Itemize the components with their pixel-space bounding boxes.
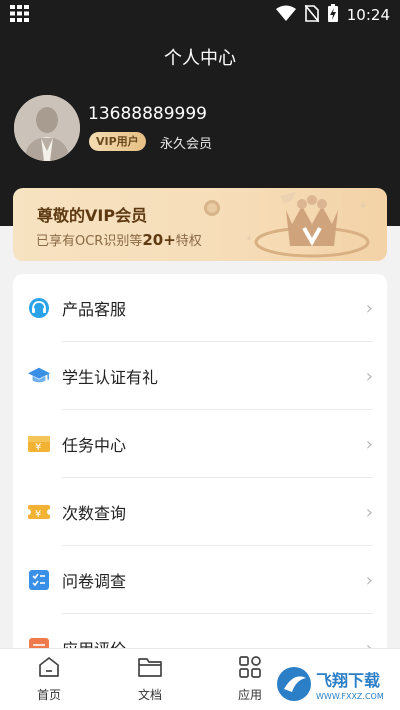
menu-card: 产品客服 › 学生认证有礼 › ¥ 任务中心 › ¥ 次数查询 › 问卷调查 › [13, 274, 387, 674]
status-bar: 10:24 [0, 0, 400, 30]
member-type: 永久会员 [160, 137, 213, 152]
menu-item-survey[interactable]: 问卷调查 › [13, 546, 387, 614]
menu-item-label: 问卷调查 [62, 572, 127, 591]
chevron-right-icon: › [365, 569, 373, 591]
menu-item-task-center[interactable]: ¥ 任务中心 › [13, 410, 387, 478]
svg-text:✦: ✦ [245, 234, 253, 245]
headset-icon [28, 297, 50, 319]
crown-icon: ✦ ✦ [200, 190, 375, 261]
nav-label: 文档 [137, 688, 162, 702]
nav-item-apps[interactable]: 应用 [220, 655, 280, 703]
vip-card-subtitle: 已享有OCR识别等20+特权 [36, 230, 202, 249]
svg-text:¥: ¥ [35, 509, 41, 520]
menu-item-usage-query[interactable]: ¥ 次数查询 › [13, 478, 387, 546]
chevron-right-icon: › [365, 501, 373, 523]
wifi-icon [275, 5, 296, 25]
chevron-right-icon: › [365, 297, 373, 319]
folder-icon [137, 658, 163, 683]
coupon-icon: ¥ [28, 501, 50, 523]
nav-item-documents[interactable]: 文档 [120, 655, 180, 703]
menu-item-customer-service[interactable]: 产品客服 › [13, 274, 387, 342]
avatar[interactable] [14, 95, 80, 161]
phone-number: 13688889999 [88, 104, 207, 124]
no-sim-icon [304, 3, 320, 26]
page-title: 个人中心 [164, 48, 236, 69]
vip-card-subtitle-suffix: 特权 [175, 234, 202, 249]
svg-text:✦: ✦ [358, 199, 368, 213]
nav-item-home[interactable]: 首页 [19, 655, 79, 703]
watermark-logo: 飞翔下载 WWW.FXXZ.COM [274, 664, 394, 704]
home-icon [37, 657, 61, 683]
watermark-url: WWW.FXXZ.COM [316, 692, 384, 701]
vip-card-subtitle-prefix: 已享有OCR识别等 [36, 234, 143, 249]
graduation-cap-icon [28, 365, 50, 387]
menu-item-label: 次数查询 [62, 504, 127, 523]
menu-item-student-verification[interactable]: 学生认证有礼 › [13, 342, 387, 410]
nav-label: 首页 [36, 688, 61, 702]
menu-item-label: 产品客服 [62, 300, 127, 319]
ticket-icon: ¥ [28, 433, 50, 455]
nav-label: 应用 [237, 688, 262, 702]
vip-card[interactable]: 尊敬的VIP会员 已享有OCR识别等20+特权 ✦ ✦ [13, 188, 387, 261]
chevron-right-icon: › [365, 433, 373, 455]
watermark-text: 飞翔下载 [316, 671, 380, 690]
chevron-right-icon: › [365, 365, 373, 387]
svg-text:¥: ¥ [35, 442, 41, 453]
checklist-icon [28, 569, 50, 591]
status-time: 10:24 [346, 6, 390, 24]
menu-item-label: 学生认证有礼 [62, 368, 159, 387]
battery-charging-icon [327, 4, 338, 26]
avatar-person-icon [14, 95, 80, 161]
vip-badge: VIP用户 [89, 132, 146, 151]
menu-item-label: 任务中心 [62, 436, 127, 455]
apps-icon [238, 656, 262, 683]
vip-card-title: 尊敬的VIP会员 [37, 206, 148, 225]
apps-grid-icon [10, 4, 29, 26]
vip-card-subtitle-highlight: 20+ [142, 231, 176, 249]
